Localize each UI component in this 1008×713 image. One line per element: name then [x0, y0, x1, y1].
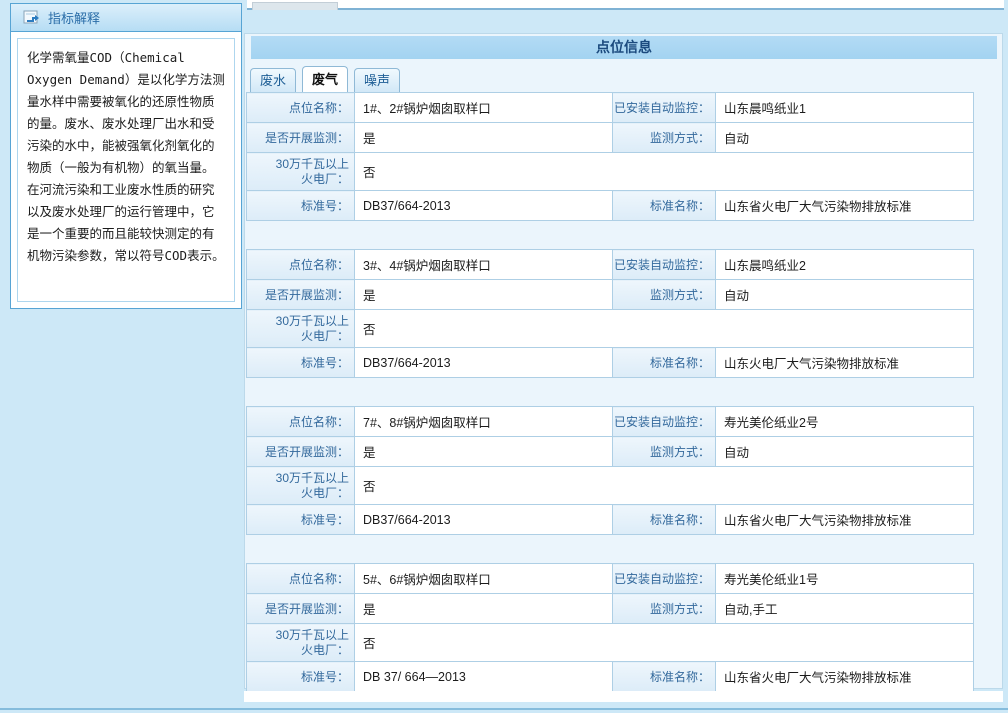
field-label-standard-name: 标准名称：	[613, 505, 716, 535]
page-bottom-border	[0, 708, 1008, 710]
field-value-auto-monitor: 寿光美伦纸业1号	[716, 564, 974, 594]
station-tables: 点位名称： 1#、2#锅炉烟囱取样口 已安装自动监控： 山东晨鸣纸业1 是否开展…	[246, 92, 1002, 692]
tab-waste-gas[interactable]: 废气	[302, 66, 348, 92]
field-label-auto-monitor: 已安装自动监控：	[613, 93, 716, 123]
field-label-name: 点位名称：	[247, 93, 355, 123]
field-value-monitoring: 是	[355, 280, 613, 310]
field-label-method: 监测方式：	[613, 123, 716, 153]
tab-wastewater[interactable]: 废水	[250, 68, 296, 92]
table-row: 30万千瓦以上火电厂： 否	[247, 310, 974, 348]
field-value-standard-no: DB37/664-2013	[355, 348, 613, 378]
previous-section-bottom	[247, 0, 1004, 10]
table-row: 是否开展监测： 是 监测方式： 自动,手工	[247, 594, 974, 624]
field-label-standard-no: 标准号：	[247, 191, 355, 221]
field-label-standard-no: 标准号：	[247, 348, 355, 378]
table-row: 是否开展监测： 是 监测方式： 自动	[247, 280, 974, 310]
table-row: 点位名称： 1#、2#锅炉烟囱取样口 已安装自动监控： 山东晨鸣纸业1	[247, 93, 974, 123]
field-label-power-plant: 30万千瓦以上火电厂：	[247, 153, 355, 191]
field-value-standard-no: DB37/664-2013	[355, 191, 613, 221]
table-row: 标准号： DB37/664-2013 标准名称： 山东火电厂大气污染物排放标准	[247, 348, 974, 378]
field-label-standard-no: 标准号：	[247, 662, 355, 692]
field-value-auto-monitor: 寿光美伦纸业2号	[716, 407, 974, 437]
field-label-standard-name: 标准名称：	[613, 662, 716, 692]
field-value-method: 自动	[716, 280, 974, 310]
field-label-monitoring: 是否开展监测：	[247, 280, 355, 310]
field-value-method: 自动	[716, 437, 974, 467]
indicator-explanation-title: 指标解释	[48, 8, 100, 27]
field-label-monitoring: 是否开展监测：	[247, 123, 355, 153]
field-value-method: 自动,手工	[716, 594, 974, 624]
field-label-power-plant: 30万千瓦以上火电厂：	[247, 624, 355, 662]
field-label-auto-monitor: 已安装自动监控：	[613, 407, 716, 437]
indicator-explanation-header: 指标解释	[11, 4, 241, 32]
field-value-name: 3#、4#锅炉烟囱取样口	[355, 250, 613, 280]
field-value-standard-no: DB37/664-2013	[355, 505, 613, 535]
field-label-method: 监测方式：	[613, 280, 716, 310]
field-value-standard-name: 山东省火电厂大气污染物排放标准	[716, 505, 974, 535]
field-value-auto-monitor: 山东晨鸣纸业1	[716, 93, 974, 123]
table-row: 30万千瓦以上火电厂： 否	[247, 153, 974, 191]
field-value-name: 5#、6#锅炉烟囱取样口	[355, 564, 613, 594]
field-value-standard-name: 山东省火电厂大气污染物排放标准	[716, 191, 974, 221]
field-value-name: 7#、8#锅炉烟囱取样口	[355, 407, 613, 437]
table-row: 点位名称： 7#、8#锅炉烟囱取样口 已安装自动监控： 寿光美伦纸业2号	[247, 407, 974, 437]
table-row: 是否开展监测： 是 监测方式： 自动	[247, 123, 974, 153]
field-value-standard-name: 山东火电厂大气污染物排放标准	[716, 348, 974, 378]
point-info-panel: 点位信息 废水 废气 噪声 点位名称： 1#、2#锅炉烟囱取样口 已安装自动监控…	[244, 33, 1003, 689]
field-value-power-plant: 否	[355, 310, 974, 348]
field-value-monitoring: 是	[355, 594, 613, 624]
field-label-power-plant: 30万千瓦以上火电厂：	[247, 310, 355, 348]
field-value-power-plant: 否	[355, 624, 974, 662]
table-row: 标准号： DB37/664-2013 标准名称： 山东省火电厂大气污染物排放标准	[247, 191, 974, 221]
point-info-title: 点位信息	[251, 36, 997, 59]
table-row: 点位名称： 3#、4#锅炉烟囱取样口 已安装自动监控： 山东晨鸣纸业2	[247, 250, 974, 280]
field-label-name: 点位名称：	[247, 564, 355, 594]
field-label-name: 点位名称：	[247, 250, 355, 280]
field-value-power-plant: 否	[355, 153, 974, 191]
panel-footer-strip	[244, 691, 1003, 702]
field-value-standard-no: DB 37/ 664—2013	[355, 662, 613, 692]
station-table: 点位名称： 3#、4#锅炉烟囱取样口 已安装自动监控： 山东晨鸣纸业2 是否开展…	[246, 249, 974, 378]
truncated-tab[interactable]	[252, 2, 338, 10]
field-label-standard-no: 标准号：	[247, 505, 355, 535]
station-table: 点位名称： 7#、8#锅炉烟囱取样口 已安装自动监控： 寿光美伦纸业2号 是否开…	[246, 406, 974, 535]
tab-noise[interactable]: 噪声	[354, 68, 400, 92]
page: { "sidebar": { "title": "指标解释", "icon": …	[0, 0, 1008, 713]
table-row: 30万千瓦以上火电厂： 否	[247, 624, 974, 662]
table-row: 标准号： DB 37/ 664—2013 标准名称： 山东省火电厂大气污染物排放…	[247, 662, 974, 692]
station-table: 点位名称： 1#、2#锅炉烟囱取样口 已安装自动监控： 山东晨鸣纸业1 是否开展…	[246, 92, 974, 221]
document-icon	[23, 10, 40, 25]
field-value-monitoring: 是	[355, 437, 613, 467]
field-value-method: 自动	[716, 123, 974, 153]
field-label-power-plant: 30万千瓦以上火电厂：	[247, 467, 355, 505]
indicator-explanation-text: 化学需氧量COD（Chemical Oxygen Demand）是以化学方法测量…	[17, 38, 235, 302]
field-label-monitoring: 是否开展监测：	[247, 437, 355, 467]
field-value-power-plant: 否	[355, 467, 974, 505]
table-row: 标准号： DB37/664-2013 标准名称： 山东省火电厂大气污染物排放标准	[247, 505, 974, 535]
field-value-monitoring: 是	[355, 123, 613, 153]
field-label-auto-monitor: 已安装自动监控：	[613, 564, 716, 594]
field-label-standard-name: 标准名称：	[613, 191, 716, 221]
tab-bar: 废水 废气 噪声	[250, 66, 1002, 92]
field-value-standard-name: 山东省火电厂大气污染物排放标准	[716, 662, 974, 692]
indicator-explanation-panel: 指标解释 化学需氧量COD（Chemical Oxygen Demand）是以化…	[10, 3, 242, 309]
field-label-auto-monitor: 已安装自动监控：	[613, 250, 716, 280]
field-label-name: 点位名称：	[247, 407, 355, 437]
field-value-name: 1#、2#锅炉烟囱取样口	[355, 93, 613, 123]
table-row: 是否开展监测： 是 监测方式： 自动	[247, 437, 974, 467]
field-label-standard-name: 标准名称：	[613, 348, 716, 378]
field-value-auto-monitor: 山东晨鸣纸业2	[716, 250, 974, 280]
table-row: 点位名称： 5#、6#锅炉烟囱取样口 已安装自动监控： 寿光美伦纸业1号	[247, 564, 974, 594]
station-table: 点位名称： 5#、6#锅炉烟囱取样口 已安装自动监控： 寿光美伦纸业1号 是否开…	[246, 563, 974, 692]
field-label-method: 监测方式：	[613, 437, 716, 467]
table-row: 30万千瓦以上火电厂： 否	[247, 467, 974, 505]
field-label-method: 监测方式：	[613, 594, 716, 624]
field-label-monitoring: 是否开展监测：	[247, 594, 355, 624]
